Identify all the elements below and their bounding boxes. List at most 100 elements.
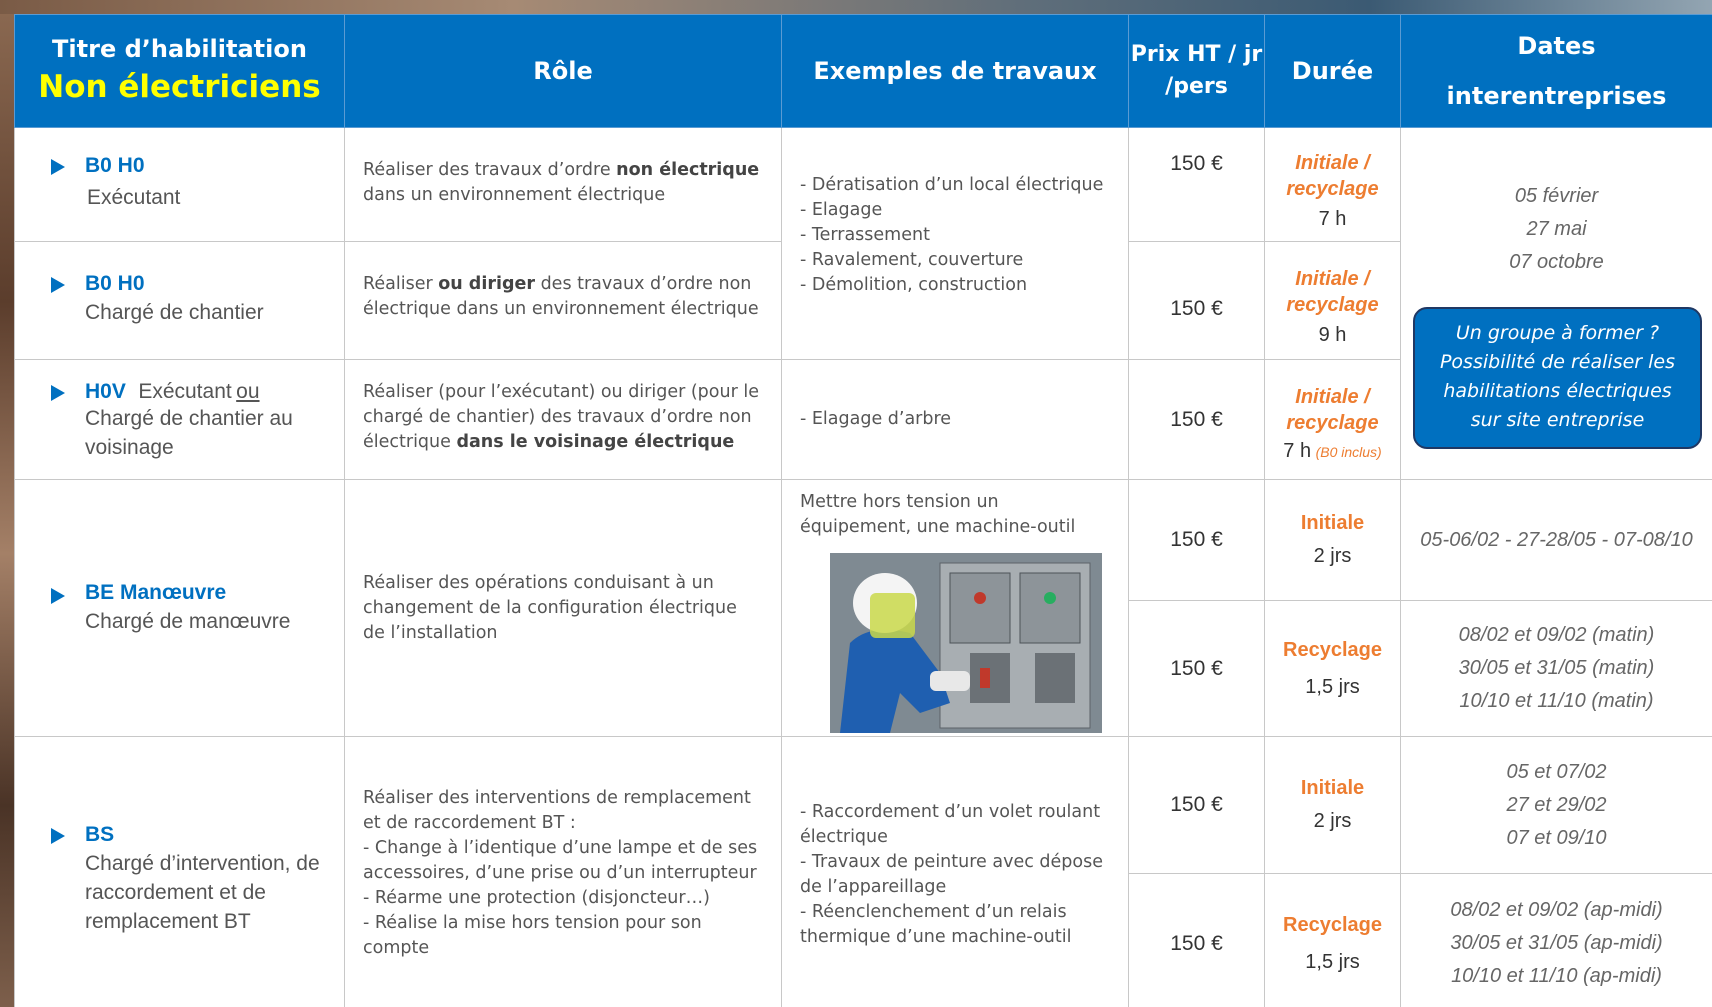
duration-cell: Recyclage 1,5 jrs (1264, 600, 1401, 737)
duration-time: 1,5 jrs (1305, 950, 1360, 973)
duration-cell: Initiale / recyclage 9 h (1264, 241, 1401, 360)
date-item: 08/02 et 09/02 (ap-midi) (1450, 899, 1663, 921)
duration-cell: Recyclage 1,5 jrs (1264, 873, 1401, 1007)
role-line: - Réalise la mise hors tension pour son … (363, 913, 702, 958)
role-cell: Réaliser des opérations conduisant à un … (344, 479, 782, 737)
date-item: 10/10 et 11/10 (ap-midi) (1451, 965, 1662, 987)
bullet-triangle-icon (51, 277, 65, 293)
role-text-bold: dans le voisinage électrique (456, 432, 735, 452)
header-row: Titre d’habilitation Non électriciens Rô… (14, 14, 1712, 128)
header-role: Rôle (344, 14, 782, 128)
duration-cell: Initiale 2 jrs (1264, 736, 1401, 874)
h0v-heading: H0V Exécutant ou (85, 380, 344, 404)
header-price: Prix HT / jr /pers (1128, 14, 1265, 128)
duration-label: recyclage (1286, 178, 1379, 200)
header-price-line1: Prix HT / jr (1130, 42, 1263, 67)
dates-cell: 08/02 et 09/02 (matin) 30/05 et 31/05 (m… (1400, 600, 1712, 737)
header-dates-line1: Dates (1517, 32, 1596, 60)
date-item: 10/10 et 11/10 (matin) (1459, 690, 1654, 712)
duration-time: 2 jrs (1313, 810, 1352, 832)
background-photo-top (0, 0, 1712, 14)
table-row: BE Manœuvre Chargé de manœuvre Réaliser … (14, 479, 1712, 737)
role-text: dans un environnement électrique (363, 185, 666, 205)
title-cell: B0 H0 Chargé de chantier (14, 241, 345, 360)
duration-cell: Initiale 2 jrs (1264, 479, 1401, 601)
habilitation-code: B0 H0 (85, 272, 145, 295)
bullet-triangle-icon (51, 828, 65, 844)
habilitation-subtitle: Chargé de chantier (85, 301, 264, 324)
bullet-triangle-icon (51, 385, 65, 401)
header-title-cell: Titre d’habilitation Non électriciens (14, 14, 345, 128)
header-dates-line2: interentreprises (1446, 82, 1667, 110)
examples-cell: - Dératisation d’un local électrique - E… (781, 127, 1129, 360)
dates-cell: 08/02 et 09/02 (ap-midi) 30/05 et 31/05 … (1400, 873, 1712, 1007)
habilitation-code: H0V (85, 380, 126, 403)
price-cell: 150 € (1128, 241, 1265, 360)
role-text-bold: non électrique (616, 160, 760, 180)
duration-label: recyclage (1286, 294, 1379, 316)
title-cell: BS Chargé d’intervention, de raccordemen… (14, 736, 345, 1007)
role-cell: Réaliser des interventions de remplaceme… (344, 736, 782, 1007)
examples-cell: Mettre hors tension un équipement, une m… (781, 479, 1129, 737)
table-row: BS Chargé d’intervention, de raccordemen… (14, 736, 1712, 1007)
date-item: 08/02 et 09/02 (matin) (1458, 624, 1655, 646)
habilitation-subtitle: Chargé d’intervention, de (85, 852, 320, 875)
background-photo-left (0, 0, 14, 1007)
duration-label: Recyclage (1283, 638, 1382, 661)
date-item: 30/05 et 31/05 (ap-midi) (1450, 932, 1663, 954)
example-item: - Réenclenchement d’un relais thermique … (800, 902, 1072, 947)
header-dates: Dates interentreprises (1400, 14, 1712, 128)
habilitation-subtitle: Exécutant (87, 186, 181, 209)
habilitation-code: BE Manœuvre (85, 580, 227, 604)
habilitation-subtitle: Chargé de manœuvre (85, 609, 291, 633)
habilitation-code: B0 H0 (85, 154, 145, 177)
examples-cell: - Elagage d’arbre (781, 359, 1129, 480)
habilitation-subtitle: Chargé de chantier au (85, 407, 293, 430)
header-subtitle: Non électriciens (38, 69, 321, 105)
habilitation-subtitle: Exécutant (138, 380, 232, 403)
bullet-triangle-icon (51, 159, 65, 175)
role-cell: Réaliser des travaux d’ordre non électri… (344, 127, 782, 242)
example-item: - Dératisation d’un local électrique (800, 175, 1104, 195)
header-duration: Durée (1264, 14, 1401, 128)
duration-time: 1,5 jrs (1305, 675, 1360, 698)
dates-list: 05 février 27 mai 07 octobre (1401, 180, 1712, 279)
price-cell: 150 € (1128, 873, 1265, 1007)
dates-cell-b0: 05 février 27 mai 07 octobre Un groupe à… (1400, 127, 1712, 480)
duration-note: (B0 inclus) (1315, 444, 1382, 460)
habilitation-table: Titre d’habilitation Non électriciens Rô… (14, 14, 1712, 1007)
habilitation-subtitle-or: ou (236, 380, 260, 403)
header-examples: Exemples de travaux (781, 14, 1129, 128)
header-price-line2: /pers (1165, 74, 1228, 99)
duration-label: Initiale / (1295, 268, 1370, 290)
date-item: 07 et 09/10 (1506, 826, 1607, 849)
date-item: 27 mai (1526, 218, 1587, 240)
price-cell: 150 € (1128, 600, 1265, 737)
title-cell: B0 H0 Exécutant (14, 127, 345, 242)
title-cell: H0V Exécutant ou Chargé de chantier au v… (14, 359, 345, 480)
role-cell: Réaliser ou diriger des travaux d’ordre … (344, 241, 782, 360)
duration-label: Initiale / (1295, 386, 1370, 408)
dates-cell: 05 et 07/02 27 et 29/02 07 et 09/10 (1400, 736, 1712, 874)
duration-label: Initiale (1300, 777, 1365, 799)
duration-label: Initiale / (1295, 152, 1370, 174)
role-text: Réaliser des travaux d’ordre (363, 160, 617, 180)
role-line: - Change à l’identique d’une lampe et de… (363, 838, 758, 883)
callout-line: Un groupe à former ? (1455, 322, 1660, 344)
electrician-illustration (830, 553, 1102, 733)
habilitation-code: BS (85, 823, 115, 846)
callout-line: Possibilité de réaliser les (1439, 351, 1676, 373)
callout-line: sur site entreprise (1470, 409, 1645, 431)
price-cell: 150 € (1128, 479, 1265, 601)
duration-label: Recyclage (1283, 913, 1382, 936)
duration-time: 7 h (1283, 440, 1312, 462)
example-item: - Travaux de peinture avec dépose de l’a… (800, 852, 1103, 897)
habilitation-subtitle: raccordement et de (85, 881, 266, 904)
example-item: - Elagage d’arbre (800, 409, 952, 429)
electrician-photo (830, 553, 1102, 733)
role-cell: Réaliser (pour l’exécutant) ou diriger (… (344, 359, 782, 480)
be-heading: BE Manœuvre Chargé de manœuvre (51, 581, 344, 636)
habilitation-subtitle: remplacement BT (85, 910, 251, 933)
date-item: 30/05 et 31/05 (matin) (1458, 657, 1655, 679)
table-row: B0 H0 Exécutant Réaliser des travaux d’o… (14, 127, 1712, 480)
